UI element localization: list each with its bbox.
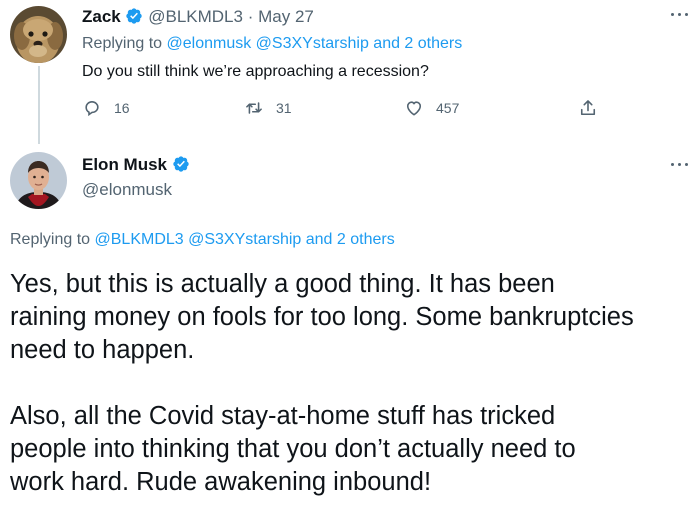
tweet-text-line: need to happen.	[10, 336, 195, 364]
replying-to-mentions[interactable]: @elonmusk @S3XYstarship and 2 others	[167, 35, 463, 52]
retweet-button[interactable]: 31	[244, 98, 292, 118]
tweet-text-line: people into thinking that you don’t actu…	[10, 435, 576, 463]
replying-to-mentions[interactable]: @BLKMDL3 @S3XYstarship and 2 others	[95, 231, 395, 248]
tweet-text-line: Yes, but this is actually a good thing. …	[10, 270, 555, 298]
main-author-handle[interactable]: @elonmusk	[82, 180, 172, 200]
tweet-text-line: Also, all the Covid stay-at-home stuff h…	[10, 402, 556, 430]
tweet-text-line: raining money on fools for too long. Som…	[10, 303, 634, 331]
main-replying-to: Replying to @BLKMDL3 @S3XYstarship and 2…	[10, 231, 395, 249]
reply-button[interactable]: 16	[82, 98, 130, 118]
elon-avatar[interactable]	[10, 152, 67, 209]
main-more-options-icon[interactable]	[671, 161, 693, 169]
reply-action-bar: 16 31 457	[0, 98, 700, 122]
replying-to-label: Replying to	[82, 35, 163, 52]
reply-more-options-icon[interactable]	[671, 11, 693, 19]
main-author-name[interactable]: Elon Musk	[82, 155, 167, 174]
main-tweet-text: Yes, but this is actually a good thing. …	[10, 268, 700, 499]
comment-icon	[85, 101, 99, 117]
header-separator: ·	[247, 7, 254, 26]
reply-replying-to: Replying to @elonmusk @S3XYstarship and …	[82, 35, 462, 53]
zack-avatar[interactable]	[10, 6, 67, 63]
reply-author-handle[interactable]: @BLKMDL3	[148, 7, 243, 26]
share-icon	[580, 100, 596, 116]
share-button[interactable]	[578, 98, 598, 118]
retweet-count: 31	[276, 100, 292, 116]
main-author-name-row: Elon Musk	[82, 155, 190, 175]
tweet-text-line: work hard. Rude awakening inbound!	[10, 468, 432, 496]
reply-tweet-date[interactable]: May 27	[258, 7, 314, 26]
reply-tweet-text: Do you still think we’re approaching a r…	[82, 63, 429, 80]
heart-icon	[406, 101, 422, 116]
like-button[interactable]: 457	[404, 98, 459, 118]
replying-to-label: Replying to	[10, 231, 91, 248]
reply-author-name[interactable]: Zack	[82, 7, 121, 26]
verified-badge-icon	[173, 156, 189, 172]
verified-badge-icon	[126, 8, 143, 24]
reply-tweet-header: Zack @BLKMDL3 · May 27	[82, 7, 314, 27]
reply-count: 16	[114, 100, 130, 116]
like-count: 457	[436, 100, 460, 116]
retweet-icon	[246, 102, 262, 114]
